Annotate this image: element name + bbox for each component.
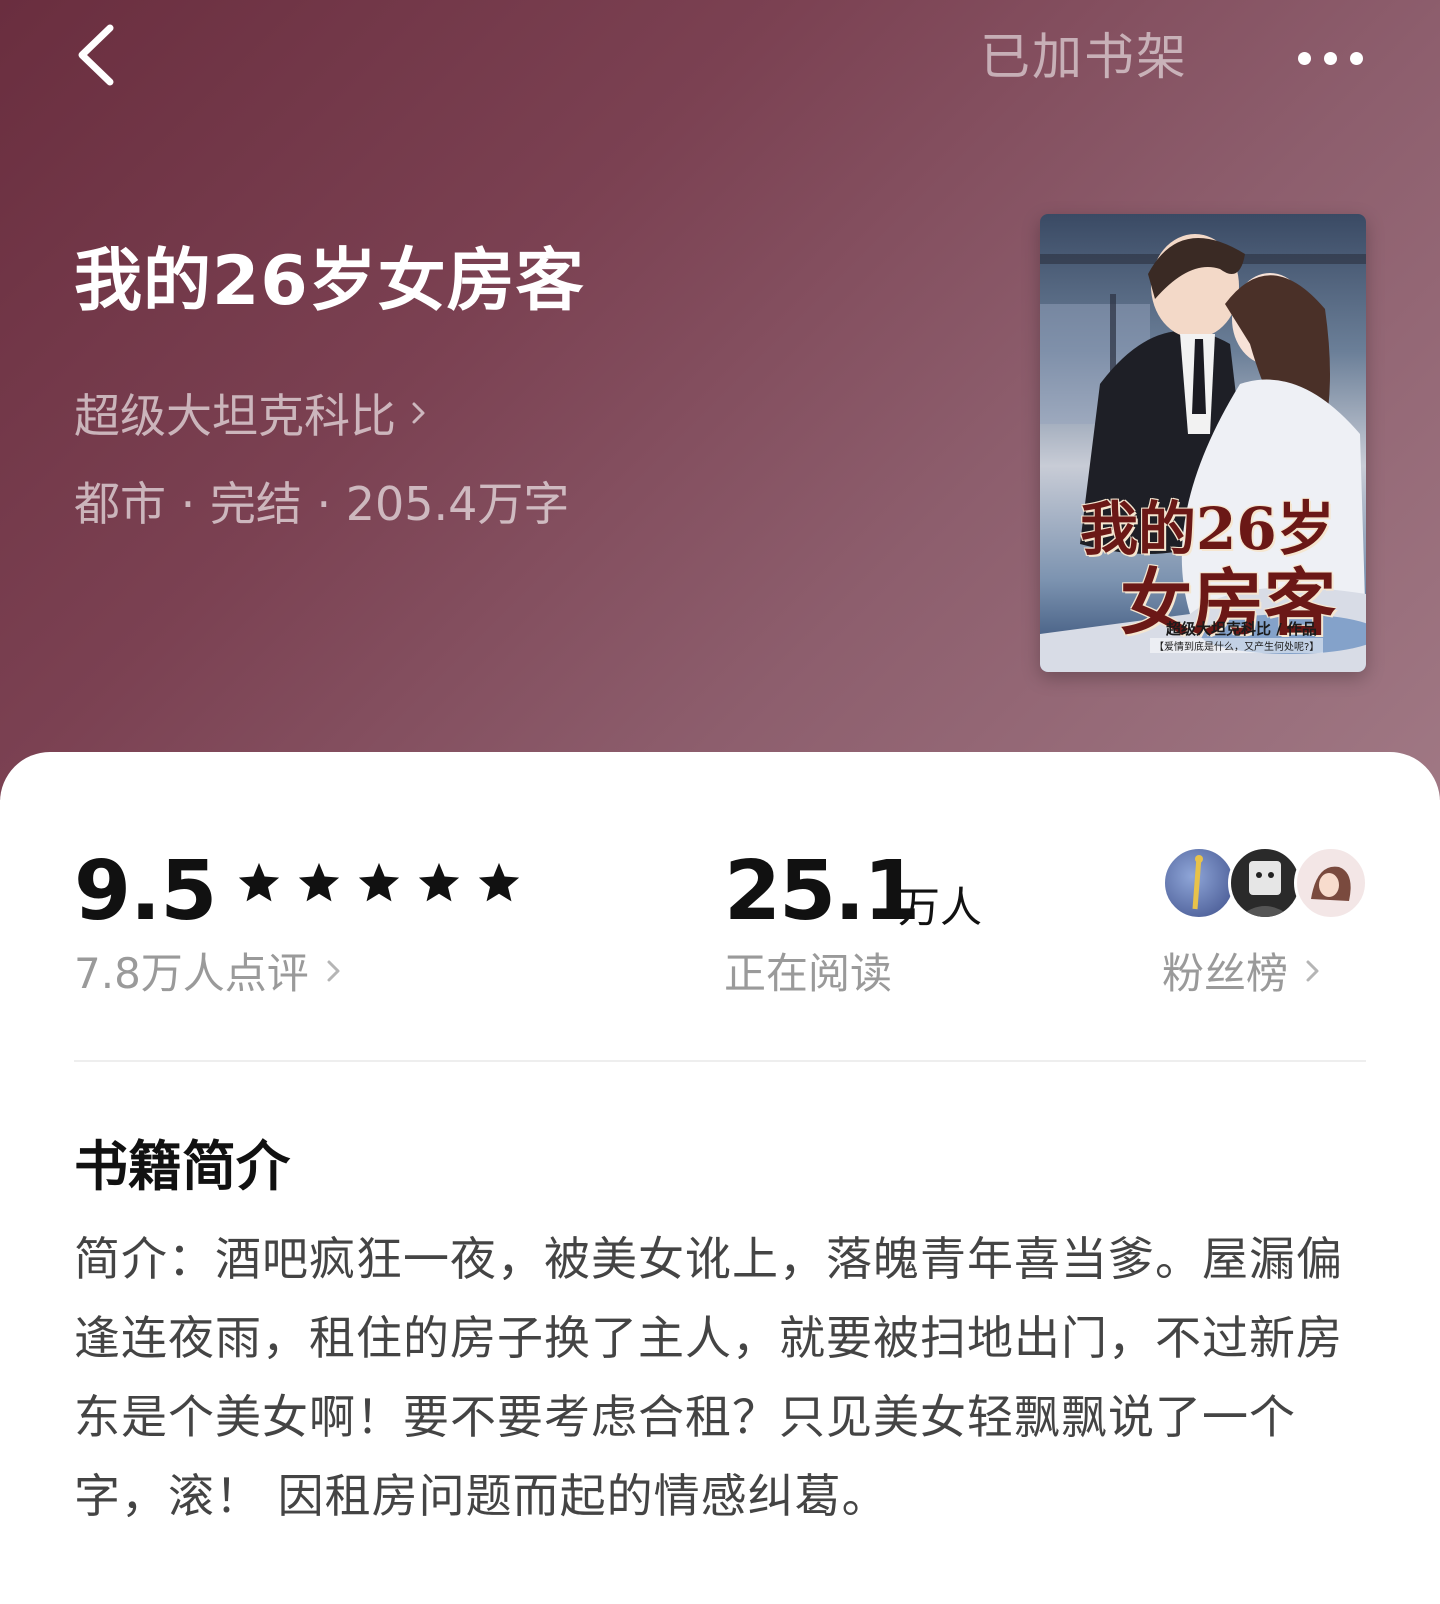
book-cover[interactable]: 我的26岁 女房客 超级大坦克科比 / 作品 【爱情到底是什么，又产生何处呢?】 — [1040, 214, 1366, 672]
readers-label: 正在阅读 — [724, 949, 893, 998]
author-link[interactable]: 超级大坦克科比 — [74, 380, 428, 446]
book-details-card: 9.5 7.8万人点评 25.1 万人 正在阅读 粉丝榜 书籍简介 简介：酒吧疯… — [0, 752, 1440, 1604]
author-name: 超级大坦克科比 — [74, 389, 396, 443]
intro-text: 简介：酒吧疯狂一夜，被美女讹上，落魄青年喜当爹。屋漏偏逢连夜雨，租住的房子换了主… — [74, 1232, 1343, 1523]
chevron-right-icon — [412, 402, 425, 424]
added-to-shelf-button[interactable]: 已加书架 — [980, 22, 1188, 92]
chevron-right-icon — [327, 960, 340, 981]
intro-heading: 书籍简介 — [74, 1135, 290, 1198]
book-meta: 都市 · 完结 · 205.4万字 — [74, 477, 570, 531]
readers-count: 25.1 — [724, 844, 920, 939]
book-title: 我的26岁女房客 — [74, 242, 585, 321]
star-icon — [418, 862, 460, 902]
star-icon — [298, 862, 340, 902]
avatar — [1228, 846, 1302, 920]
avatar — [1162, 846, 1236, 920]
cover-tagline: 【爱情到底是什么，又产生何处呢?】 — [1150, 638, 1324, 653]
back-button[interactable] — [60, 20, 130, 90]
readers-unit: 万人 — [898, 883, 983, 932]
avatar — [1294, 846, 1368, 920]
chevron-left-icon — [78, 24, 114, 86]
divider — [74, 1060, 1366, 1062]
chevron-right-icon — [1306, 960, 1319, 981]
more-dot-icon — [1349, 51, 1363, 65]
reviews-link[interactable]: 7.8万人点评 — [74, 940, 343, 1001]
rating-score: 9.5 — [74, 844, 217, 939]
reviews-count: 7.8万人点评 — [74, 949, 309, 998]
star-icon — [238, 862, 280, 902]
fans-label: 粉丝榜 — [1162, 949, 1289, 998]
book-header-hero: 已加书架 我的26岁女房客 超级大坦克科比 都市 · 完结 · 205.4万字 — [0, 0, 1440, 800]
star-icon — [478, 862, 520, 902]
more-dot-icon — [1297, 51, 1311, 65]
fans-ranking-link[interactable]: 粉丝榜 — [1162, 940, 1322, 1001]
star-icon — [358, 862, 400, 902]
more-dot-icon — [1323, 51, 1337, 65]
fan-avatars[interactable] — [1162, 846, 1368, 920]
rating-stars — [236, 860, 522, 906]
cover-author: 超级大坦克科比 / 作品 — [1166, 620, 1317, 638]
more-options-button[interactable] — [1285, 30, 1375, 86]
